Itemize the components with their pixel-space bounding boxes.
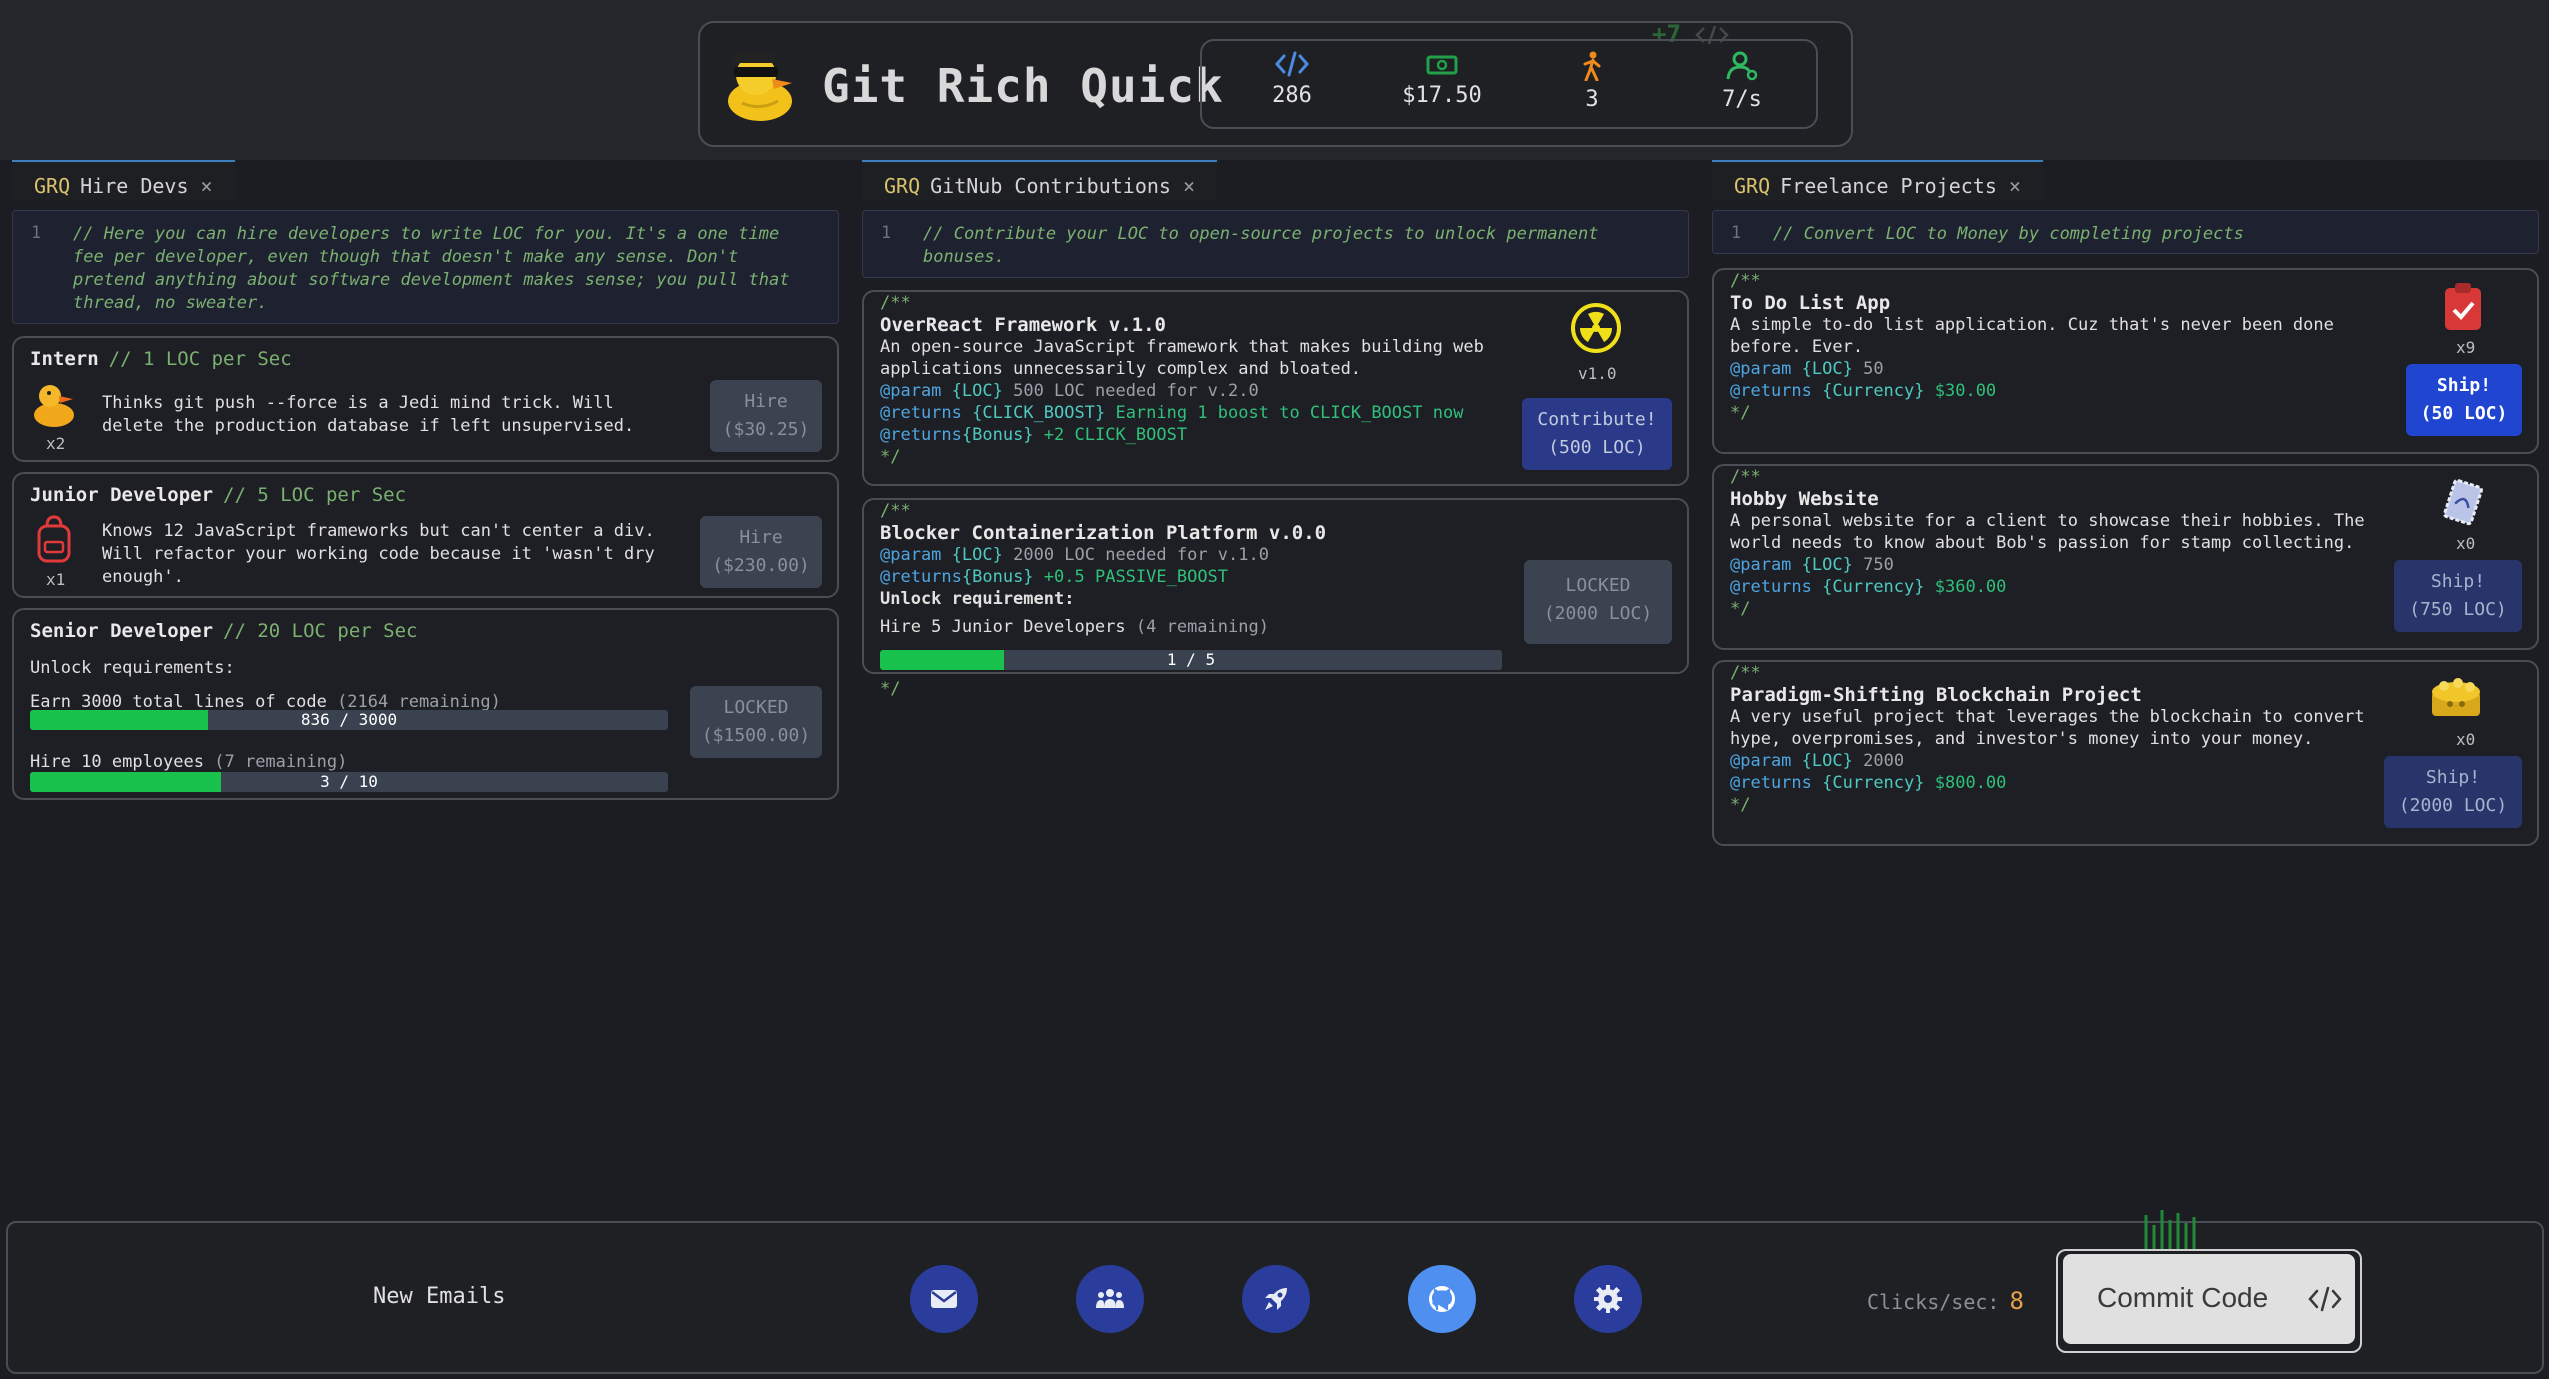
freelance-card-todo: /** To Do List App A simple to-do list a…: [1712, 268, 2539, 454]
person-icon: [1583, 51, 1601, 81]
new-emails-label: New Emails: [373, 1284, 506, 1309]
ship-todo-button[interactable]: Ship! (50 LOC): [2406, 364, 2522, 436]
dev-card-senior: Senior Developer// 20 LOC per Sec Unlock…: [12, 608, 839, 800]
tab-freelance[interactable]: GRQ Freelance Projects ×: [1712, 160, 2043, 200]
stat-clicks: 3: [1532, 51, 1652, 112]
req-loc-progress-bar: 836 / 3000: [30, 710, 668, 730]
ship-hobby-button[interactable]: Ship! (750 LOC): [2394, 560, 2522, 632]
mail-icon: [931, 1290, 957, 1308]
commit-code-button[interactable]: Commit Code: [2056, 1249, 2362, 1353]
app-title: Git Rich Quick: [822, 59, 1224, 113]
tab-hire-devs[interactable]: GRQ Hire Devs ×: [12, 160, 235, 200]
stat-money-value: $17.50: [1402, 83, 1482, 108]
hire-senior-button[interactable]: LOCKED ($1500.00): [690, 686, 822, 758]
ship-blockchain-button[interactable]: Ship! (2000 LOC): [2384, 756, 2522, 828]
settings-button[interactable]: [1574, 1265, 1642, 1333]
bottom-bar: New Emails Clicks/sec: 8 Commit Code: [6, 1210, 2544, 1374]
hire-intern-button[interactable]: Hire ($30.25): [710, 380, 822, 452]
clicks-per-sec: Clicks/sec: 8: [1867, 1287, 2024, 1315]
duck-logo-icon: [728, 53, 792, 121]
app-header: Git Rich Quick +7 286 $17.50 3 7/s: [698, 20, 1853, 147]
money-icon: [1426, 55, 1458, 75]
project-card-blocker: /** Blocker Containerization Platform v.…: [862, 498, 1689, 699]
code-icon: [1275, 51, 1309, 77]
team-icon: [1096, 1289, 1124, 1308]
clipboard-icon: [2445, 283, 2481, 330]
employees-icon: [1726, 51, 1758, 81]
treasure-icon: [2432, 678, 2480, 716]
github-icon: [1429, 1286, 1455, 1312]
stamp-icon: [2443, 478, 2483, 526]
code-icon: [2308, 1286, 2342, 1312]
tab-close-icon[interactable]: ×: [201, 174, 213, 198]
stat-loc-value: 286: [1272, 83, 1312, 108]
freelance-card-blockchain: /** Paradigm-Shifting Blockchain Project…: [1712, 660, 2539, 846]
rocket-button[interactable]: [1242, 1265, 1310, 1333]
settings-icon: [1594, 1285, 1622, 1313]
hire-junior-button[interactable]: Hire ($230.00): [700, 516, 822, 588]
freelance-card-hobby: /** Hobby Website A personal website for…: [1712, 464, 2539, 650]
tab-close-icon[interactable]: ×: [1183, 174, 1195, 198]
stat-money: $17.50: [1382, 51, 1502, 108]
tab-gitnub[interactable]: GRQ GitNub Contributions ×: [862, 160, 1217, 200]
radiation-icon: [1571, 303, 1621, 353]
github-button[interactable]: [1408, 1265, 1476, 1333]
stats-bar: 286 $17.50 3 7/s: [1200, 39, 1818, 129]
contribute-overreact-button[interactable]: Contribute! (500 LOC): [1522, 398, 1672, 470]
contribute-blocker-button[interactable]: LOCKED (2000 LOC): [1524, 560, 1672, 644]
commit-code-label: Commit Code: [2097, 1282, 2269, 1313]
stat-loc: 286: [1232, 51, 1352, 108]
stat-clicks-value: 3: [1585, 87, 1599, 112]
team-button[interactable]: [1076, 1265, 1144, 1333]
backpack-icon: [37, 515, 71, 563]
mail-button[interactable]: [910, 1265, 978, 1333]
rocket-icon: [1265, 1288, 1287, 1310]
stat-rate-value: 7/s: [1722, 87, 1762, 112]
freelance-intro-comment: 1 // Convert LOC to Money by completing …: [1712, 210, 2539, 254]
dev-card-junior: Junior Developer// 5 LOC per Sec x1 Know…: [12, 472, 839, 598]
duck-icon: [34, 385, 74, 427]
tab-close-icon[interactable]: ×: [2009, 174, 2021, 198]
gitnub-intro-comment: 1 // Contribute your LOC to open-source …: [862, 210, 1689, 278]
hire-intro-comment: 1 // Here you can hire developers to wri…: [12, 210, 839, 324]
stat-rate: 7/s: [1682, 51, 1802, 112]
req-junior-progress-bar: 1 / 5: [880, 650, 1502, 670]
project-card-overreact: /** OverReact Framework v.1.0 An open-so…: [862, 290, 1689, 486]
dev-card-intern: Intern// 1 LOC per Sec x2 Thinks git pus…: [12, 336, 839, 462]
req-employees-progress-bar: 3 / 10: [30, 772, 668, 792]
